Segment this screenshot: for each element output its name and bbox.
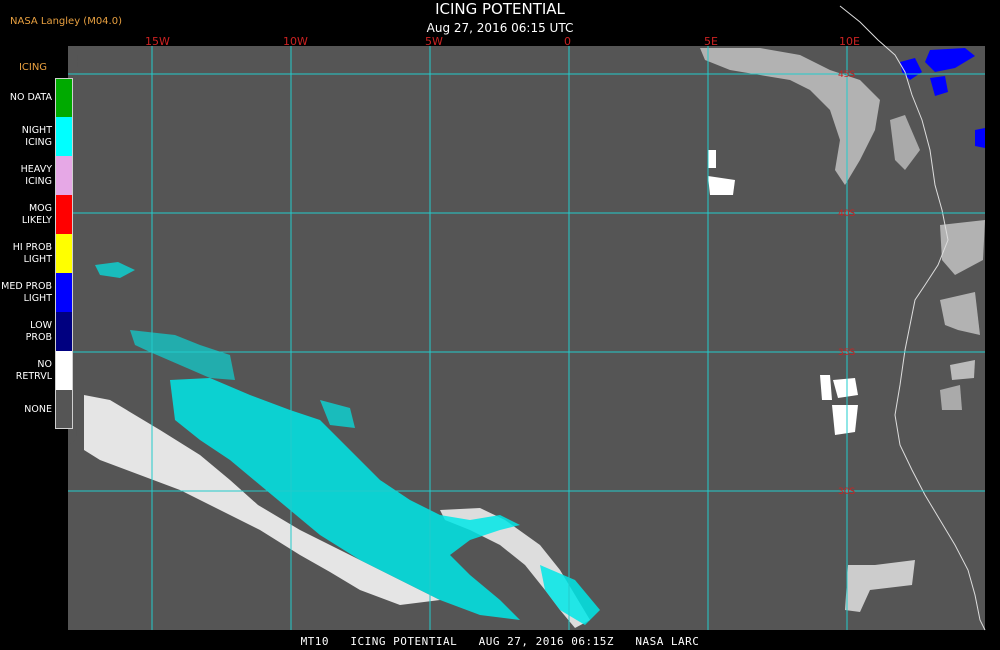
lat-label-45s: 45S: [838, 70, 855, 80]
legend-frame: [55, 78, 73, 429]
legend-label: HI PROB LIGHT: [12, 241, 52, 265]
lat-label-40s: 40S: [838, 209, 855, 219]
lon-label-10w: 10W: [283, 35, 308, 48]
footer-caption: MT10 ICING POTENTIAL AUG 27, 2016 06:15Z…: [300, 635, 700, 648]
legend-title: ICING: [18, 62, 48, 73]
legend-label: NO RETRVL: [15, 358, 52, 382]
lon-label-15w: 15W: [145, 35, 170, 48]
legend-label: NO DATA: [9, 91, 52, 103]
legend-label: MOG LIKELY: [21, 202, 52, 226]
legend-label: LOW PROB: [25, 319, 52, 343]
lon-label-10e: 10E: [839, 35, 860, 48]
legend-label: NIGHT ICING: [21, 124, 52, 148]
satellite-map: 15W 10W 5W 0 5E 10E 45S 40S 35S 30S: [68, 5, 986, 631]
lat-label-30s: 30S: [838, 487, 855, 497]
lon-label-5e: 5E: [704, 35, 718, 48]
legend-label: MED PROB LIGHT: [1, 280, 52, 304]
legend-label: NONE: [24, 403, 52, 415]
page-title: ICING POTENTIAL: [435, 0, 565, 18]
lon-label-5w: 5W: [425, 35, 443, 48]
lon-label-0: 0: [564, 35, 571, 48]
legend-label: HEAVY ICING: [20, 163, 52, 187]
timestamp-subtitle: Aug 27, 2016 06:15 UTC: [426, 21, 574, 35]
lat-label-35s: 35S: [838, 348, 855, 358]
